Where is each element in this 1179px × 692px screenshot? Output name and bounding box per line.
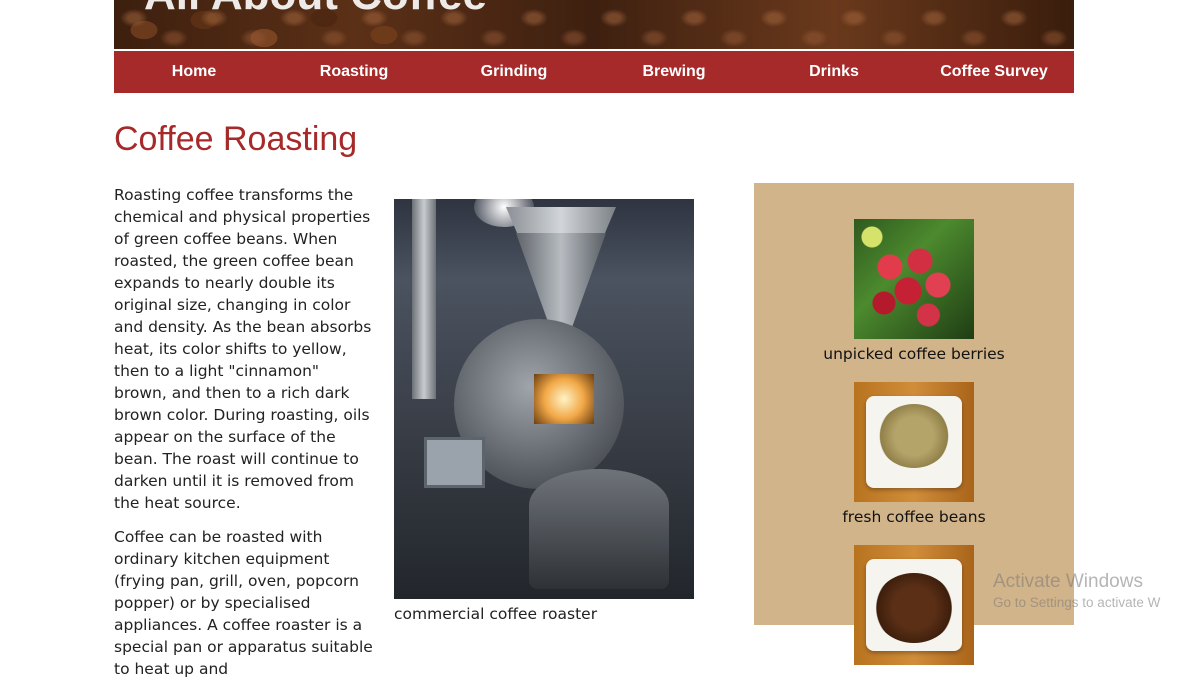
roaster-figure: commercial coffee roaster <box>394 199 694 623</box>
sidebar-item-label: fresh coffee beans <box>842 508 986 526</box>
sidebar-item-fresh-beans: fresh coffee beans <box>754 382 1074 526</box>
paragraph: Roasting coffee transforms the chemical … <box>114 186 372 512</box>
nav-drinks[interactable]: Drinks <box>754 51 914 93</box>
nav-brewing[interactable]: Brewing <box>594 51 754 93</box>
nav-roasting[interactable]: Roasting <box>274 51 434 93</box>
sidebar-item-label: unpicked coffee berries <box>823 345 1005 363</box>
main-nav: Home Roasting Grinding Brewing Drinks Co… <box>114 51 1074 93</box>
activate-windows-watermark: Activate Windows Go to Settings to activ… <box>993 571 1160 610</box>
nav-coffee-survey[interactable]: Coffee Survey <box>914 51 1074 93</box>
watermark-title: Activate Windows <box>993 571 1143 592</box>
roasted-beans-image <box>854 545 974 665</box>
sidebar: unpicked coffee berries fresh coffee bea… <box>754 183 1074 665</box>
figure-caption: commercial coffee roaster <box>394 605 598 623</box>
header-banner: All About Coffee <box>114 0 1074 49</box>
page-title: Coffee Roasting <box>114 120 358 158</box>
intro-text: Roasting coffee transforms the chemical … <box>114 184 376 692</box>
nav-grinding[interactable]: Grinding <box>434 51 594 93</box>
sidebar-item-berries: unpicked coffee berries <box>754 219 1074 363</box>
commercial-roaster-image <box>394 199 694 599</box>
site-title: All About Coffee <box>144 0 487 20</box>
watermark-subtitle: Go to Settings to activate W <box>993 595 1161 610</box>
coffee-berries-image <box>854 219 974 339</box>
nav-home[interactable]: Home <box>114 51 274 93</box>
fresh-beans-image <box>854 382 974 502</box>
paragraph: Coffee can be roasted with ordinary kitc… <box>114 528 373 678</box>
